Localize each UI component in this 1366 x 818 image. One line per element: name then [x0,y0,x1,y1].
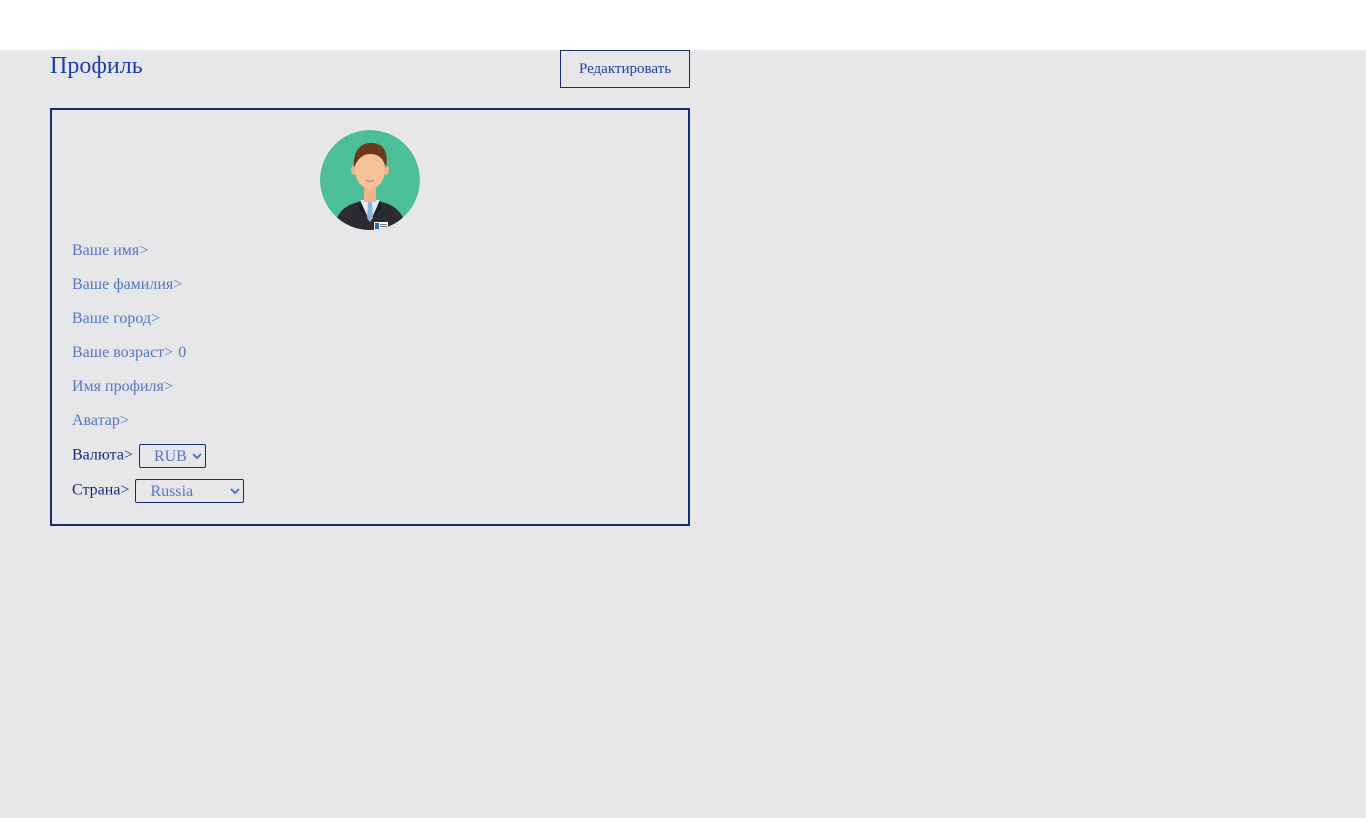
currency-field: Валюта> RUB [72,444,206,468]
avatar-label: Аватар> [72,412,129,429]
currency-label: Валюта> [72,446,133,464]
profile-name-field: Имя профиля> [72,378,178,396]
first-name-field: Ваше имя> [72,242,153,260]
avatar-illustration [320,130,420,230]
city-field: Ваше город> [72,310,165,328]
user-avatar-icon [320,130,420,230]
edit-button[interactable]: Редактировать [560,50,690,88]
age-label: Ваше возраст> [72,344,174,361]
country-label: Страна> [72,481,130,499]
profile-card: Ваше имя> Ваше фамилия> Ваше город> Ваше… [50,108,690,526]
age-value: 0 [178,344,187,361]
top-bar [0,0,1366,50]
city-label: Ваше город> [72,310,161,327]
last-name-label: Ваше фамилия> [72,276,183,293]
country-field: Страна> Russia [72,479,245,503]
avatar-field: Аватар> [72,412,134,430]
last-name-field: Ваше фамилия> [72,276,187,294]
age-field: Ваше возраст> 0 [72,344,186,362]
profile-name-label: Имя профиля> [72,378,173,395]
first-name-label: Ваше имя> [72,242,149,259]
country-select[interactable]: Russia [135,479,245,503]
currency-select[interactable]: RUB [138,444,206,468]
page-title: Профиль [50,53,143,79]
